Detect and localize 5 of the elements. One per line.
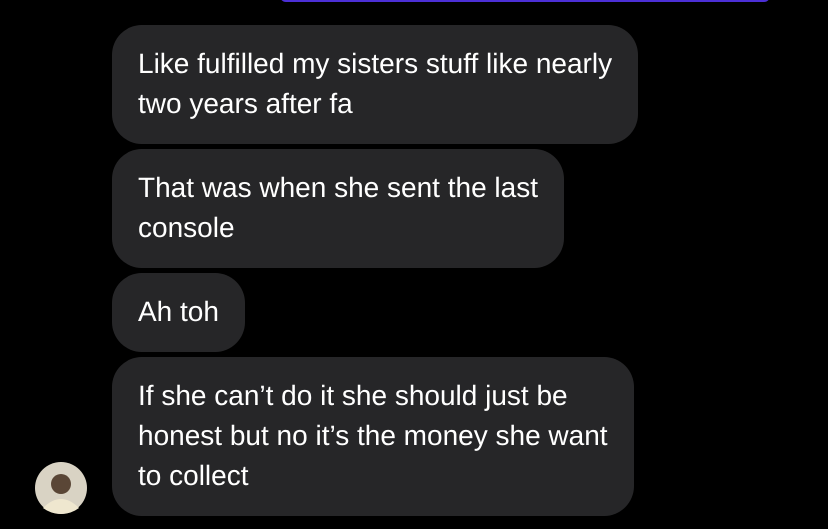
message-bubble: If she can’t do it she should just be honest but no it’s the money she want to collect	[112, 357, 634, 516]
avatar-icon[interactable]	[35, 462, 87, 514]
message-bubble: Like fulfilled my sisters stuff like nearly two years after fa	[112, 25, 638, 144]
message-bubble: That was when she sent the last console	[112, 149, 564, 268]
message-bubble: Ah toh	[112, 273, 245, 352]
